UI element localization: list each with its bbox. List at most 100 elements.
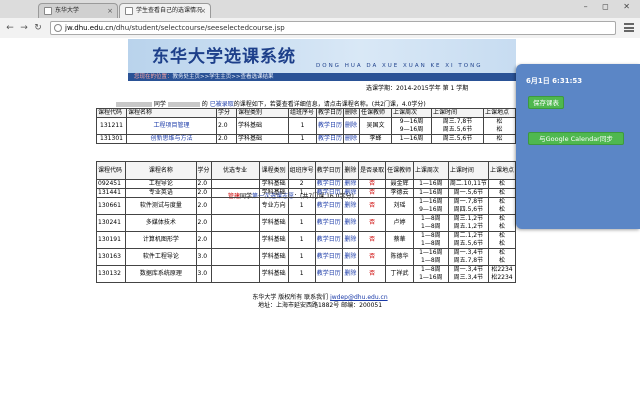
column-header: 学分 (216, 108, 237, 118)
close-tab-icon[interactable]: × (107, 4, 113, 18)
contact-email-link[interactable]: jwdep@dhu.edu.cn (330, 294, 388, 301)
time-line: 周一.7,8节 (453, 198, 484, 206)
course-name-link[interactable]: 工程项目管理 (126, 117, 217, 135)
calendar-link[interactable]: 教学日历 (314, 188, 344, 198)
weeks-line: 1—8周 (421, 223, 441, 230)
course-time: 周一.7,8节 周四.5,6节 (447, 197, 489, 215)
column-header: 任课教师 (385, 161, 414, 180)
course-room: 松松 (487, 248, 517, 266)
delete-link[interactable]: 删除 (342, 179, 360, 189)
column-header: 课程代码 (96, 108, 127, 118)
tab-dhu[interactable]: 东华大学 × (38, 3, 118, 18)
delete-link[interactable]: 删除 (342, 188, 360, 198)
course-credit: 2.0 (195, 214, 212, 232)
tab-strip: 东华大学 × 学生查看自己的选课情况 × – ◻ ✕ (0, 0, 640, 18)
popup-time: 6月1日 6:31:53 (526, 77, 583, 85)
table-row: 131301 创新思维与方法 2.0 学科基础 1 教学日历 删除 李蜂 1—1… (96, 134, 516, 144)
delete-link[interactable]: 删除 (342, 197, 360, 215)
google-calendar-sync-button[interactable]: 与Google Calendar同步 (528, 132, 624, 145)
info-text: 的 (201, 101, 208, 108)
room-line: 松 (496, 126, 503, 133)
menu-icon[interactable] (624, 23, 634, 32)
course-code: 130661 (95, 197, 127, 215)
address-bar[interactable]: jw.dhu.edu.cn/dhu/student/selectcourse/s… (50, 21, 616, 35)
column-header: 上课地点 (483, 108, 516, 118)
toolbar: ← → ↻ jw.dhu.edu.cn/dhu/student/selectco… (0, 18, 640, 38)
browser-chrome: 东华大学 × 学生查看自己的选课情况 × – ◻ ✕ ← → ↻ jw.dhu.… (0, 0, 640, 38)
admission-status: 否 (358, 231, 387, 249)
calendar-link[interactable]: 教学日历 (314, 197, 344, 215)
course-name: 软件测试与度量 (125, 197, 197, 215)
delete-link[interactable]: 删除 (343, 134, 361, 144)
column-header: 课程名称 (126, 108, 217, 118)
forward-icon[interactable]: → (18, 22, 30, 34)
course-credit: 3.0 (195, 248, 212, 266)
calendar-link[interactable]: 教学日历 (315, 134, 345, 144)
term-label: 选课学期：2014-2015学年 第 1 学期 (366, 85, 469, 92)
admitted-link[interactable]: 已被录取 (210, 101, 234, 108)
admission-status: 否 (358, 265, 387, 283)
course-seq: 1 (288, 134, 317, 144)
course-room: 松松 (487, 197, 517, 215)
course-teacher: 李蜂 (359, 134, 393, 144)
tab-selected-course[interactable]: 学生查看自己的选课情况 × (119, 3, 211, 18)
course-name: 工程导论 (125, 179, 197, 189)
delete-link[interactable]: 删除 (342, 214, 360, 232)
course-teacher: 吴国文 (359, 117, 393, 135)
breadcrumb: 您现在的位置：教务处主页>>学生主页>>查看选课结果 (128, 73, 516, 81)
site-title: 东华大学选课系统 (152, 47, 296, 67)
delete-link[interactable]: 删除 (342, 248, 360, 266)
column-header: 任课教师 (359, 108, 393, 118)
course-time: 周三.5,6节 (431, 134, 485, 144)
column-header: 上课周次 (412, 161, 449, 180)
course-time: 周二.1,2节 周五.5,6节 (447, 231, 489, 249)
course-time: 周二.10,11节 (447, 179, 489, 189)
calendar-link[interactable]: 教学日历 (314, 248, 344, 266)
selected-info: 同学 的 已被录取的课程如下，若要查看详细信息，请点击课程名称。(共2门课，4.… (116, 99, 426, 108)
course-seq: 2 (287, 179, 316, 189)
breadcrumb-prefix: 您现在的位置： (134, 74, 173, 80)
table-row: 130241 多媒体技术 2.0 学科基础 1 教学日历 删除否卢婷 1—8周 1—8周 周三.1… (95, 214, 517, 232)
delete-link[interactable]: 删除 (343, 117, 361, 135)
room-line: 松2234 (491, 266, 513, 274)
favicon-icon (125, 7, 133, 15)
breadcrumb-path[interactable]: 教务处主页>>学生主页>>查看选课结果 (173, 74, 274, 80)
window-controls[interactable]: – ◻ ✕ (584, 2, 636, 11)
course-type: 学科基础 (258, 188, 289, 198)
course-code: 130132 (95, 265, 127, 283)
column-header: 上课周次 (391, 108, 433, 118)
footer-line1: 东华大学 版权所有 联系我们 jwdep@dhu.edu.cn (0, 294, 640, 302)
close-tab-icon[interactable]: × (200, 4, 206, 18)
save-schedule-button[interactable]: 保存课表 (528, 96, 564, 109)
calendar-link[interactable]: 教学日历 (314, 214, 344, 232)
table-row: 130191 计算机图形学 2.0 学科基础 1 教学日历 删除否蔡華 1—8周 1—8周 周二.… (95, 231, 517, 249)
course-type: 学科基础 (236, 134, 289, 144)
course-seq: 1 (287, 231, 316, 249)
time-line: 周五.1,2节 (453, 223, 484, 230)
course-name: 数据库系统原理 (125, 265, 197, 283)
column-header: 教学日历 (314, 161, 344, 180)
weeks-line: 9—16周 (419, 206, 443, 213)
table-row: 130132 数据库系统原理 3.0 学科基础 1 教学日历 删除否丁祥武 1—8周 1—16周… (95, 265, 517, 283)
course-major (210, 265, 260, 283)
delete-link[interactable]: 删除 (342, 231, 360, 249)
table-header-row: 课程代码 课程名称 学分 优选专业 课程类别 组班序号 教学日历 删除 是否录取… (95, 161, 517, 180)
calendar-link[interactable]: 教学日历 (314, 179, 344, 189)
course-type: 专业方向 (258, 197, 289, 215)
weeks-line: 1—8周 (421, 240, 441, 247)
back-icon[interactable]: ← (4, 22, 16, 34)
calendar-link[interactable]: 教学日历 (315, 117, 345, 135)
course-name-link[interactable]: 创新思维与方法 (126, 134, 217, 144)
delete-link[interactable]: 删除 (342, 265, 360, 283)
calendar-link[interactable]: 教学日历 (314, 231, 344, 249)
course-credit: 2.0 (216, 117, 237, 135)
reload-icon[interactable]: ↻ (32, 22, 44, 34)
column-header: 是否录取 (358, 161, 387, 180)
calendar-link[interactable]: 教学日历 (314, 265, 344, 283)
weeks-line: 1—8周 (421, 257, 441, 264)
footer-address: 地址：上海市延安西路1882号 邮编：200051 (257, 302, 383, 309)
admission-status: 否 (358, 248, 387, 266)
table-row: 130163 软件工程导论 3.0 学科基础 1 教学日历 删除否陈德华 1—16周 1—8周周… (95, 248, 517, 266)
time-line: 周五.7,8节 (453, 257, 484, 264)
course-code: 130163 (95, 248, 127, 266)
